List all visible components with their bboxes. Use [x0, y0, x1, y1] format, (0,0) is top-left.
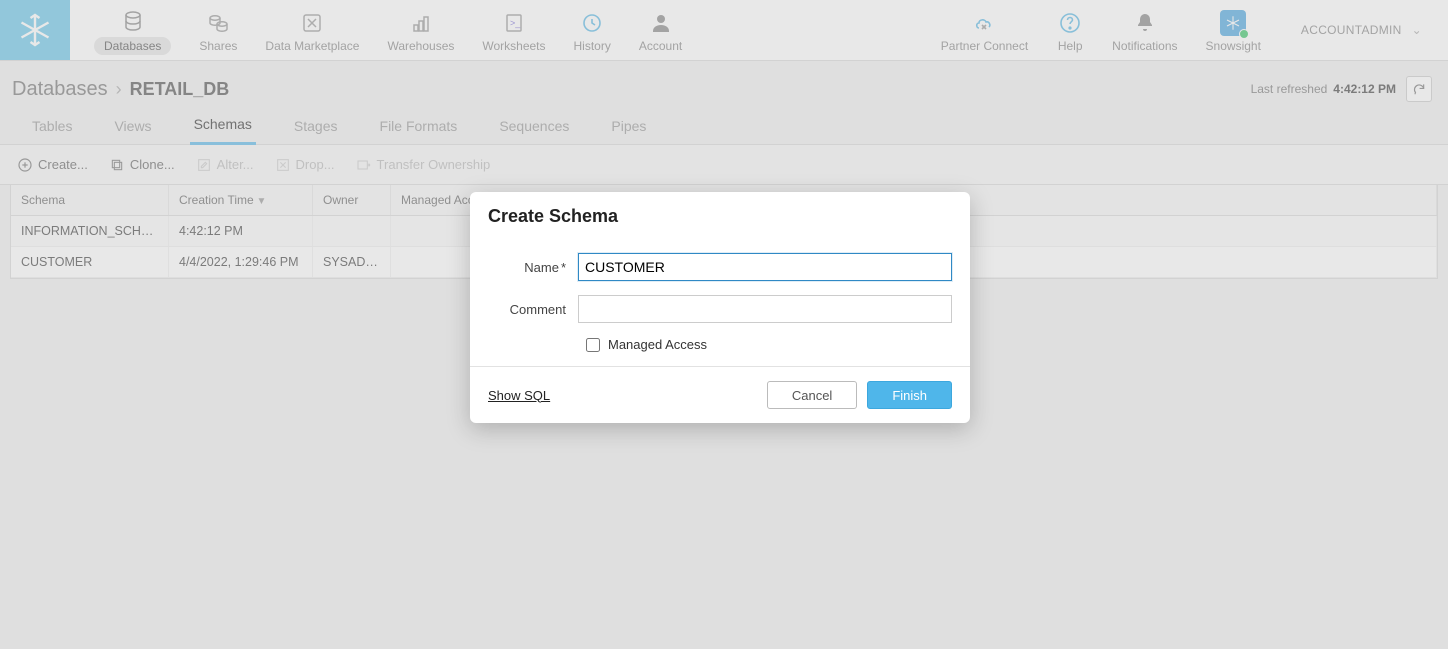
comment-input[interactable] — [578, 295, 952, 323]
modal-body: Name* Comment Managed Access — [470, 237, 970, 366]
modal-title: Create Schema — [470, 192, 970, 237]
form-row-name: Name* — [488, 253, 952, 281]
finish-button[interactable]: Finish — [867, 381, 952, 409]
managed-access-label: Managed Access — [608, 337, 707, 352]
form-row-comment: Comment — [488, 295, 952, 323]
show-sql-link[interactable]: Show SQL — [488, 388, 550, 403]
comment-label: Comment — [488, 302, 578, 317]
cancel-button[interactable]: Cancel — [767, 381, 857, 409]
name-label: Name* — [488, 260, 578, 275]
managed-access-checkbox[interactable] — [586, 338, 600, 352]
create-schema-modal: Create Schema Name* Comment Managed Acce… — [470, 192, 970, 423]
managed-access-row: Managed Access — [586, 337, 952, 352]
required-asterisk: * — [561, 260, 566, 275]
modal-footer: Show SQL Cancel Finish — [470, 366, 970, 423]
name-input[interactable] — [578, 253, 952, 281]
